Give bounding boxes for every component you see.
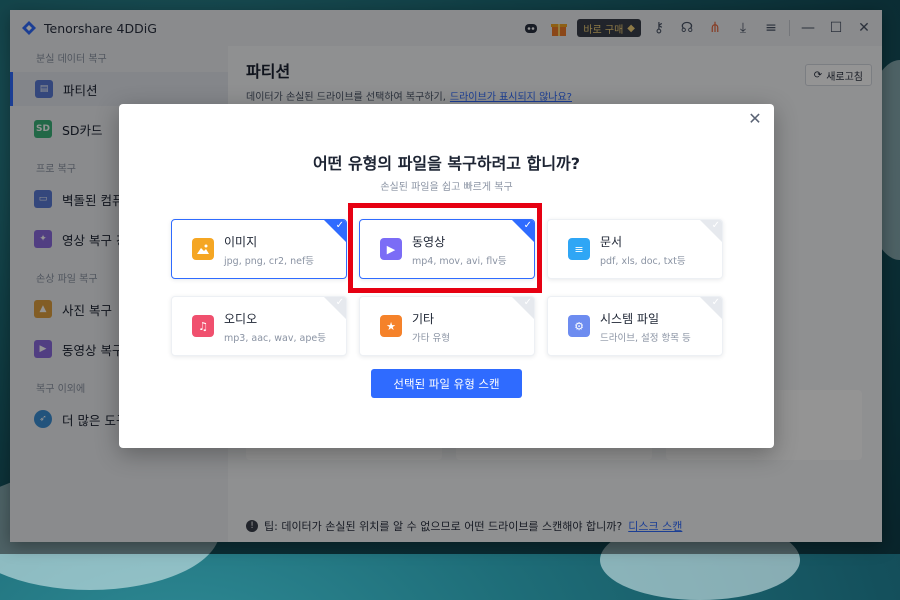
file-type-card-image[interactable]: 이미지 jpg, png, cr2, nef등 ✓ bbox=[171, 219, 347, 279]
file-type-name: 오디오 bbox=[224, 312, 258, 326]
dialog-subtitle: 손실된 파일을 쉽고 빠르게 복구 bbox=[380, 182, 513, 193]
scan-selected-types-button[interactable]: 선택된 파일 유형 스캔 bbox=[371, 369, 522, 398]
file-type-extensions: pdf, xls, doc, txt등 bbox=[600, 256, 686, 267]
file-type-card-document[interactable]: ≡ 문서 pdf, xls, doc, txt등 ✓ bbox=[547, 219, 723, 279]
file-type-extensions: mp3, aac, wav, ape등 bbox=[224, 333, 326, 344]
checkmark-icon: ✓ bbox=[523, 297, 532, 308]
system-file-icon: ⚙ bbox=[568, 315, 590, 337]
annotation-highlight-box bbox=[348, 203, 542, 293]
file-type-name: 문서 bbox=[600, 235, 623, 249]
file-type-name: 시스템 파일 bbox=[600, 312, 660, 326]
file-type-extensions: 드라이브, 설정 항목 등 bbox=[600, 333, 691, 344]
file-type-name: 기타 bbox=[412, 312, 435, 326]
checkmark-icon: ✓ bbox=[335, 297, 344, 308]
dialog-title: 어떤 유형의 파일을 복구하려고 합니까? bbox=[312, 154, 581, 173]
document-icon: ≡ bbox=[568, 238, 590, 260]
file-type-extensions: jpg, png, cr2, nef등 bbox=[224, 256, 315, 267]
file-type-extensions: 가타 유형 bbox=[412, 333, 450, 344]
audio-icon: ♫ bbox=[192, 315, 214, 337]
checkmark-icon: ✓ bbox=[335, 220, 344, 231]
close-icon[interactable]: ✕ bbox=[746, 110, 764, 128]
other-icon: ★ bbox=[380, 315, 402, 337]
image-icon bbox=[192, 238, 214, 260]
checkmark-icon: ✓ bbox=[711, 297, 720, 308]
file-type-card-audio[interactable]: ♫ 오디오 mp3, aac, wav, ape등 ✓ bbox=[171, 296, 347, 356]
file-type-card-system[interactable]: ⚙ 시스템 파일 드라이브, 설정 항목 등 ✓ bbox=[547, 296, 723, 356]
checkmark-icon: ✓ bbox=[711, 220, 720, 231]
file-type-name: 이미지 bbox=[224, 235, 258, 249]
file-type-card-other[interactable]: ★ 기타 가타 유형 ✓ bbox=[359, 296, 535, 356]
